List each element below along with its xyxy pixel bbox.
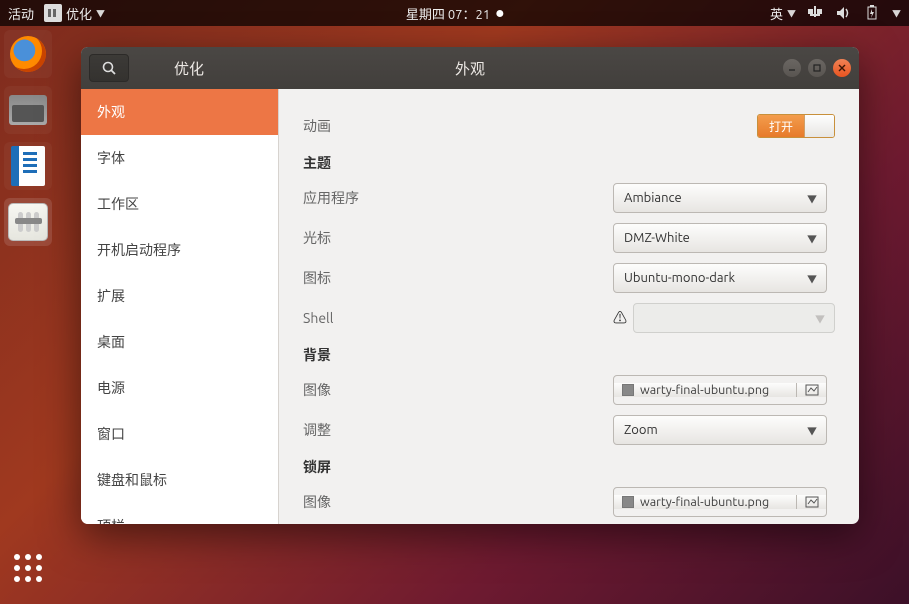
firefox-icon — [10, 36, 46, 72]
notification-dot-icon — [496, 10, 503, 17]
applications-value: Ambiance — [624, 191, 682, 205]
file-manager-icon — [9, 95, 47, 125]
sidebar-item-windows[interactable]: 窗口 — [81, 411, 278, 457]
sidebar: 外观 字体 工作区 开机启动程序 扩展 桌面 电源 窗口 键盘和鼠标 顶栏 — [81, 89, 279, 524]
icons-label: 图标 — [303, 268, 613, 288]
bg-adjust-label: 调整 — [303, 420, 613, 440]
system-menu-chevron-icon[interactable]: ▼ — [892, 7, 901, 20]
lock-image-filename: warty-final-ubuntu.png — [640, 495, 769, 509]
clock[interactable]: 星期四 07：21 — [406, 4, 503, 23]
close-button[interactable] — [833, 59, 851, 77]
input-method-indicator[interactable]: 英 ▼ — [770, 4, 796, 23]
minimize-icon — [788, 64, 796, 72]
chevron-down-icon: ▼ — [807, 231, 817, 246]
bg-adjust-value: Zoom — [624, 423, 658, 437]
volume-icon[interactable] — [836, 5, 852, 21]
app-menu-label: 优化 — [66, 4, 92, 23]
apps-grid-button[interactable] — [14, 554, 42, 582]
cursor-label: 光标 — [303, 228, 613, 248]
switch-knob — [804, 115, 834, 137]
chevron-down-icon: ▼ — [815, 311, 825, 326]
cursor-combo[interactable]: DMZ-White ▼ — [613, 223, 827, 253]
warning-icon: ⚠ — [613, 308, 627, 328]
input-method-label: 英 — [770, 4, 783, 23]
network-icon[interactable] — [808, 5, 824, 21]
window-header-title: 外观 — [455, 58, 485, 79]
lock-image-file-button[interactable]: warty-final-ubuntu.png — [613, 487, 827, 517]
bg-adjust-combo[interactable]: Zoom ▼ — [613, 415, 827, 445]
activities-button[interactable]: 活动 — [8, 4, 34, 23]
battery-icon[interactable] — [864, 5, 880, 21]
search-button[interactable] — [89, 54, 129, 82]
sidebar-item-appearance[interactable]: 外观 — [81, 89, 278, 135]
background-heading: 背景 — [303, 345, 835, 365]
icons-value: Ubuntu-mono-dark — [624, 271, 735, 285]
bg-image-filename: warty-final-ubuntu.png — [640, 383, 769, 397]
maximize-icon — [813, 64, 821, 72]
sidebar-item-desktop[interactable]: 桌面 — [81, 319, 278, 365]
switch-on-label: 打开 — [758, 115, 804, 137]
chevron-down-icon: ▼ — [807, 271, 817, 286]
minimize-button[interactable] — [783, 59, 801, 77]
image-thumb-icon — [622, 384, 634, 396]
app-menu-icon — [44, 4, 62, 22]
content-pane: 动画 打开 主题 应用程序 Ambiance ▼ 光标 DMZ-White — [279, 89, 859, 524]
close-icon — [838, 64, 846, 72]
theme-heading: 主题 — [303, 153, 835, 173]
file-picker-icon[interactable] — [796, 383, 826, 397]
sidebar-item-topbar[interactable]: 顶栏 — [81, 503, 278, 524]
search-icon — [102, 61, 117, 76]
maximize-button[interactable] — [808, 59, 826, 77]
clock-text: 星期四 07：21 — [406, 4, 490, 23]
sidebar-item-fonts[interactable]: 字体 — [81, 135, 278, 181]
sidebar-item-workspaces[interactable]: 工作区 — [81, 181, 278, 227]
file-picker-icon[interactable] — [796, 495, 826, 509]
chevron-down-icon: ▼ — [96, 7, 105, 20]
bg-image-label: 图像 — [303, 380, 613, 400]
dock-item-files[interactable] — [4, 86, 52, 134]
sidebar-item-extensions[interactable]: 扩展 — [81, 273, 278, 319]
applications-combo[interactable]: Ambiance ▼ — [613, 183, 827, 213]
dock — [4, 30, 52, 246]
sidebar-item-power[interactable]: 电源 — [81, 365, 278, 411]
sidebar-item-startup[interactable]: 开机启动程序 — [81, 227, 278, 273]
lock-heading: 锁屏 — [303, 457, 835, 477]
dock-item-firefox[interactable] — [4, 30, 52, 78]
shell-label: Shell — [303, 310, 613, 326]
image-thumb-icon — [622, 496, 634, 508]
animation-switch[interactable]: 打开 — [757, 114, 835, 138]
chevron-down-icon: ▼ — [807, 423, 817, 438]
chevron-down-icon: ▼ — [787, 7, 796, 20]
icons-combo[interactable]: Ubuntu-mono-dark ▼ — [613, 263, 827, 293]
tweaks-icon — [8, 203, 48, 241]
titlebar[interactable]: 优化 外观 — [81, 47, 859, 89]
sidebar-item-keyboard-mouse[interactable]: 键盘和鼠标 — [81, 457, 278, 503]
shell-combo: ▼ — [633, 303, 835, 333]
lock-image-label: 图像 — [303, 492, 613, 512]
top-panel: 活动 优化 ▼ 星期四 07：21 英 ▼ ▼ — [0, 0, 909, 26]
chevron-down-icon: ▼ — [807, 191, 817, 206]
cursor-value: DMZ-White — [624, 231, 690, 245]
window-app-title: 优化 — [174, 58, 204, 79]
dock-item-writer[interactable] — [4, 142, 52, 190]
dock-item-tweaks[interactable] — [4, 198, 52, 246]
window-controls — [783, 59, 851, 77]
tweaks-window: 优化 外观 外观 字体 工作区 开机启动程序 扩展 桌面 电源 窗口 键盘和鼠标… — [81, 47, 859, 524]
bg-image-file-button[interactable]: warty-final-ubuntu.png — [613, 375, 827, 405]
applications-label: 应用程序 — [303, 188, 613, 208]
writer-icon — [11, 146, 45, 186]
animation-label: 动画 — [303, 116, 613, 136]
app-menu[interactable]: 优化 ▼ — [44, 4, 105, 23]
